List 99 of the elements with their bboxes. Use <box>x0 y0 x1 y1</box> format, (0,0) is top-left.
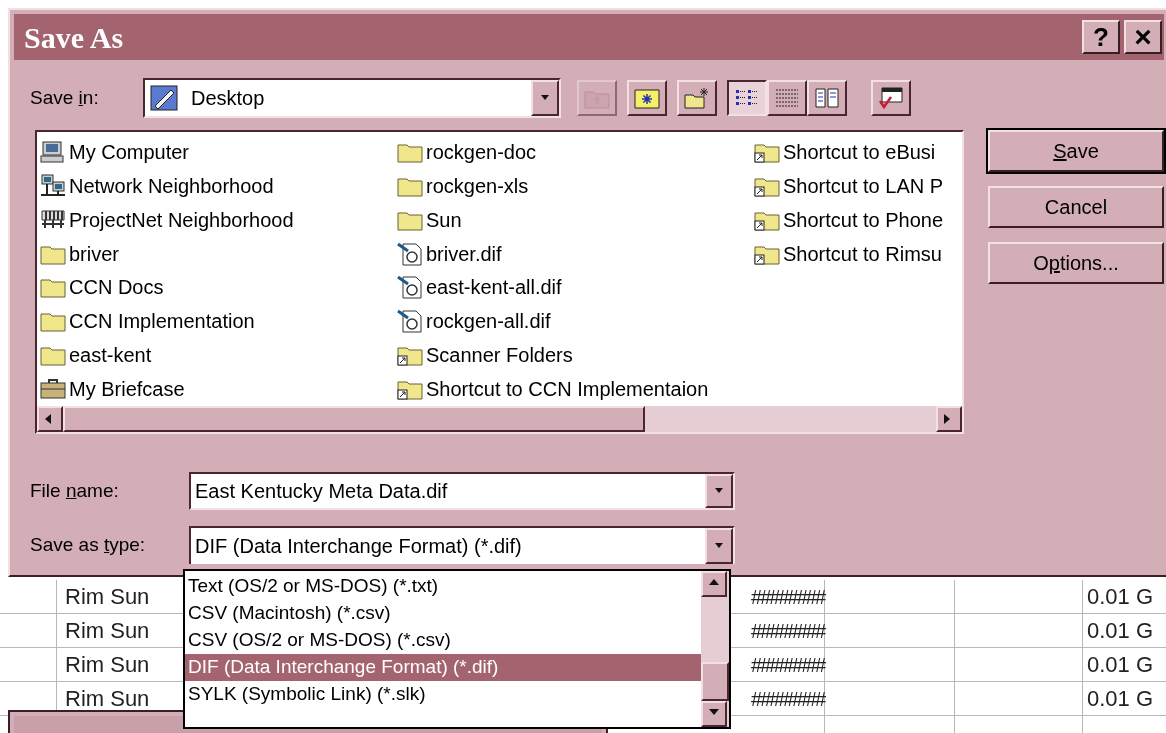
table-cell-text: ######## <box>751 686 824 712</box>
vertical-scrollbar[interactable] <box>701 571 729 727</box>
file-item[interactable]: Shortcut to CCN Implementaion <box>397 372 754 406</box>
file-type-option[interactable]: DIF (Data Interchange Format) (*.dif) <box>185 654 701 681</box>
file-item[interactable]: Shortcut to Rimsu <box>754 237 962 271</box>
file-item[interactable]: briver <box>40 236 397 271</box>
file-name: Scanner Folders <box>426 343 573 369</box>
file-name: My Computer <box>69 139 190 165</box>
dropdown-value: DIF (Data Interchange Format) (*.dif) <box>195 534 523 559</box>
horizontal-scrollbar[interactable] <box>37 406 962 432</box>
file-name: My Briefcase <box>69 377 185 403</box>
desktop-icon <box>149 84 179 112</box>
table-cell-text: ######## <box>751 584 824 610</box>
window-title: Save As <box>24 19 125 56</box>
document-icon <box>397 275 423 300</box>
caret-icon <box>714 488 724 494</box>
file-name-label: File name: <box>30 478 120 503</box>
file-item[interactable]: Network Neighborhood <box>40 168 397 203</box>
file-name: Shortcut to eBusi <box>783 140 936 165</box>
file-name: Shortcut to CCN Implementaion <box>426 377 709 403</box>
file-item[interactable]: Shortcut to Phone <box>754 203 962 237</box>
table-cell-text: 0.01 G <box>1087 617 1154 645</box>
table-cell-text: Rim Sun <box>65 583 150 611</box>
file-item[interactable]: CCN Implementation <box>40 304 397 339</box>
file-name: CCN Implementation <box>69 309 255 335</box>
file-name: ProjectNet Neighborhood <box>69 207 294 233</box>
file-name: east-kent <box>69 343 152 369</box>
dropdown-button[interactable] <box>705 528 733 564</box>
table-cell-text: Rim Sun <box>65 617 150 645</box>
properties-view-icon <box>814 87 840 109</box>
file-name: Shortcut to Rimsu <box>783 242 942 267</box>
file-name: CCN Docs <box>69 275 164 301</box>
network-icon <box>40 173 66 198</box>
table-cell-text: ######## <box>751 652 824 678</box>
details-view-icon <box>774 87 800 109</box>
file-item[interactable]: My Computer <box>40 135 397 169</box>
file-name: rockgen-xls <box>426 173 529 199</box>
dropdown-button[interactable] <box>705 474 733 508</box>
file-item[interactable]: east-kent-all.dif <box>397 270 754 305</box>
table-cell-text: Rim Sun <box>65 685 150 713</box>
dialog-button[interactable]: Save <box>988 130 1164 172</box>
help-button[interactable]: ? <box>1082 20 1120 54</box>
file-name: Sun <box>426 207 462 233</box>
file-name: Shortcut to LAN P <box>783 174 944 199</box>
file-item[interactable]: rockgen-all.dif <box>397 304 754 339</box>
favorites-folder-icon <box>634 87 660 109</box>
save-as-type-label: Save as type: <box>30 532 147 557</box>
file-type-option[interactable]: Text (OS/2 or MS-DOS) (*.txt) <box>185 573 701 600</box>
file-item[interactable]: CCN Docs <box>40 270 397 305</box>
file-item[interactable]: rockgen-xls <box>397 168 754 203</box>
save-in-label: Save in: <box>30 85 100 110</box>
scrollbar-thumb[interactable] <box>63 406 645 432</box>
file-name: Network Neighborhood <box>69 173 274 199</box>
caret-icon <box>714 543 724 549</box>
file-item[interactable]: Shortcut to LAN P <box>754 169 962 203</box>
scrollbar-thumb[interactable] <box>701 661 729 701</box>
file-name: rockgen-all.dif <box>426 309 551 335</box>
file-type-option[interactable]: CSV (Macintosh) (*.csv) <box>185 600 701 627</box>
dialog-button[interactable]: Options... <box>988 242 1164 284</box>
dropdown-value: Desktop <box>191 86 266 111</box>
file-item[interactable]: Sun <box>397 202 754 237</box>
toolbar-button[interactable] <box>727 80 767 116</box>
table-cell-text: ######## <box>751 618 824 644</box>
table-cell-text: 0.01 G <box>1087 685 1154 713</box>
save-as-type-dropdown[interactable]: DIF (Data Interchange Format) (*.dif) <box>189 526 735 564</box>
table-cell-text: Rim Sun <box>65 651 150 679</box>
file-item[interactable]: ProjectNet Neighborhood <box>40 202 397 237</box>
commands-icon <box>878 86 904 110</box>
field-value: East Kentucky Meta Data.dif <box>195 479 449 504</box>
file-item[interactable]: Shortcut to eBusi <box>754 135 962 169</box>
close-button[interactable]: × <box>1124 20 1162 54</box>
briefcase-icon <box>40 377 66 402</box>
dropdown-button[interactable] <box>531 80 559 116</box>
file-name: east-kent-all.dif <box>426 275 562 301</box>
file-name: briver.dif <box>426 241 502 267</box>
file-name-field[interactable]: East Kentucky Meta Data.dif <box>189 472 735 510</box>
table-cell-text: 0.01 G <box>1087 583 1154 611</box>
scroll-up-button[interactable] <box>701 571 727 597</box>
table-cell-text: 0.01 G <box>1087 651 1154 679</box>
file-type-option[interactable]: CSV (OS/2 or MS-DOS) (*.csv) <box>185 627 701 654</box>
file-item[interactable]: east-kent <box>40 338 397 373</box>
document-icon <box>397 309 423 334</box>
caret-icon <box>540 95 550 101</box>
save-in-dropdown[interactable]: Desktop <box>143 78 561 118</box>
dialog-button[interactable]: Cancel <box>988 186 1164 228</box>
new-folder-icon <box>684 87 710 109</box>
computer-icon <box>40 139 66 164</box>
file-name: rockgen-doc <box>426 139 537 165</box>
file-name: briver <box>69 241 119 267</box>
scroll-down-button[interactable] <box>701 701 727 727</box>
document-icon <box>397 241 423 266</box>
scroll-left-button[interactable] <box>37 406 63 432</box>
scroll-right-button[interactable] <box>936 406 962 432</box>
file-item[interactable]: My Briefcase <box>40 372 397 406</box>
file-type-option[interactable]: SYLK (Symbolic Link) (*.slk) <box>185 681 701 708</box>
file-name: Shortcut to Phone <box>783 208 944 233</box>
file-item[interactable]: Scanner Folders <box>397 338 754 373</box>
file-item[interactable]: briver.dif <box>397 236 754 271</box>
file-item[interactable]: rockgen-doc <box>397 135 754 169</box>
